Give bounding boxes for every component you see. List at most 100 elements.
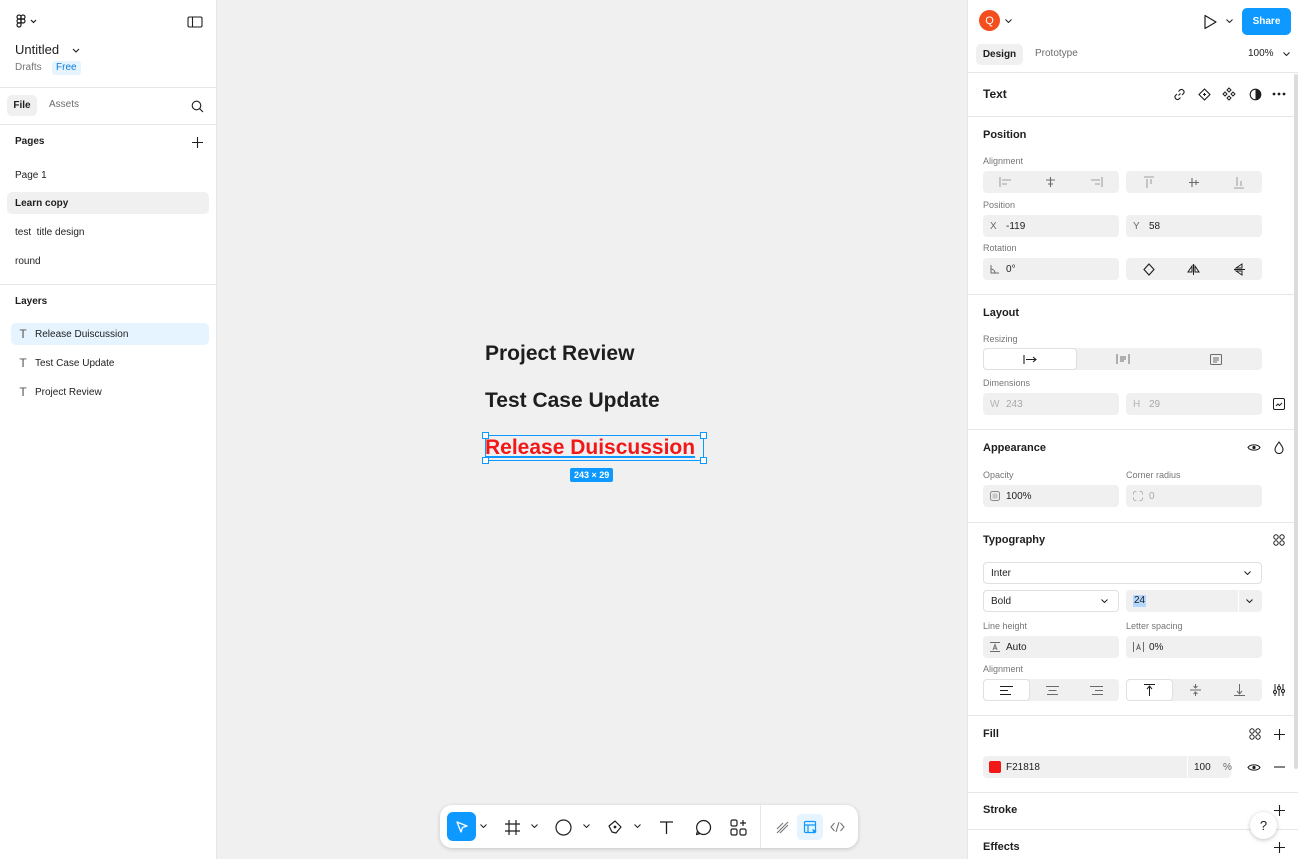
frame-tool-icon[interactable] [502,817,522,837]
align-bottom-icon[interactable] [1217,171,1262,193]
link-icon[interactable] [1171,86,1187,102]
draw-mode-icon[interactable] [772,817,792,837]
opacity-input[interactable]: 100% [983,485,1119,507]
zoom-level[interactable]: 100% [1248,48,1274,59]
auto-width-icon[interactable] [983,348,1078,370]
resize-handle[interactable] [482,457,489,464]
fill-hex-value[interactable]: F21818 [1006,762,1040,773]
remove-fill-icon[interactable] [1271,759,1287,775]
resize-handle[interactable] [700,432,707,439]
layer-item[interactable]: T Project Review [11,381,209,403]
tab-file[interactable]: File [7,95,37,116]
font-family-select[interactable]: Inter [983,562,1262,584]
component-instance-icon[interactable] [1196,86,1212,102]
search-icon[interactable] [189,98,205,114]
plan-badge[interactable]: Free [52,61,81,75]
align-right-icon[interactable] [1074,171,1119,193]
chevron-down-icon[interactable] [1003,16,1013,26]
font-size-input[interactable]: 24 [1126,590,1262,612]
width-input[interactable]: W 243 [983,393,1119,415]
chevron-down-icon[interactable] [529,821,539,831]
text-align-top-icon[interactable] [1126,679,1173,701]
chevron-down-icon[interactable] [1224,16,1234,26]
y-position-input[interactable]: Y 58 [1126,215,1262,237]
tab-assets[interactable]: Assets [49,99,79,110]
file-name[interactable]: Untitled [15,42,59,57]
page-item[interactable]: test title design [7,221,209,243]
fixed-size-icon[interactable] [1170,348,1262,370]
line-height-input[interactable]: Auto [983,636,1119,658]
mask-icon[interactable] [1247,86,1263,102]
font-weight-select[interactable]: Bold [983,590,1119,612]
canvas[interactable]: Project Review Test Case Update Release … [217,0,967,859]
ellipse-tool-icon[interactable] [553,817,573,837]
align-center-h-icon[interactable] [1028,171,1073,193]
eye-icon[interactable] [1245,439,1263,455]
resize-handle[interactable] [482,432,489,439]
height-input[interactable]: H 29 [1126,393,1262,415]
chevron-down-icon[interactable] [581,821,591,831]
text-styles-icon[interactable] [1271,532,1287,548]
chevron-down-icon [1246,599,1253,603]
color-styles-icon[interactable] [1247,726,1263,742]
present-play-icon[interactable] [1200,12,1220,32]
fill-opacity-value[interactable]: 100 [1194,762,1211,773]
text-align-center-icon[interactable] [1030,679,1075,701]
add-page-icon[interactable] [189,134,205,150]
chevron-down-icon[interactable] [478,821,488,831]
fill-visibility-icon[interactable] [1245,759,1263,775]
x-position-input[interactable]: X -119 [983,215,1119,237]
layer-item[interactable]: T Test Case Update [11,352,209,374]
corner-radius-input[interactable]: 0 [1126,485,1262,507]
figma-menu-button[interactable] [13,13,39,29]
dev-mode-icon[interactable] [827,817,847,837]
scrollbar[interactable] [1294,74,1298,769]
chevron-down-icon[interactable] [1281,50,1291,58]
actions-tool-icon[interactable] [728,817,748,837]
avatar[interactable]: Q [979,10,1000,31]
align-left-icon[interactable] [983,171,1028,193]
letter-spacing-input[interactable]: 0% [1126,636,1262,658]
page-item[interactable]: Page 1 [7,164,209,186]
file-location[interactable]: Drafts [15,62,42,73]
align-middle-icon[interactable] [1171,171,1216,193]
fill-color-swatch[interactable] [989,761,1001,773]
chevron-down-icon[interactable] [71,45,81,55]
add-effect-icon[interactable] [1271,839,1287,855]
chevron-down-icon[interactable] [632,821,642,831]
add-fill-icon[interactable] [1271,726,1287,742]
text-tool-icon[interactable] [656,817,676,837]
rotation-input[interactable]: 0° [983,258,1119,280]
blend-mode-icon[interactable] [1271,439,1287,455]
canvas-text-test-case-update[interactable]: Test Case Update [485,389,660,413]
rotate-90-icon[interactable] [1126,258,1171,280]
text-align-middle-icon[interactable] [1173,679,1218,701]
share-button[interactable]: Share [1242,8,1291,35]
help-button[interactable]: ? [1250,812,1277,839]
comment-tool-icon[interactable] [693,817,713,837]
text-align-right-icon[interactable] [1074,679,1119,701]
toggle-sidebar-icon[interactable] [186,14,204,30]
type-settings-icon[interactable] [1271,682,1287,698]
tab-design[interactable]: Design [976,44,1023,65]
resize-handle[interactable] [700,457,707,464]
move-tool-button[interactable] [447,812,476,841]
align-top-icon[interactable] [1126,171,1171,193]
resize-to-fit-icon[interactable] [1271,396,1287,412]
design-mode-button[interactable] [797,814,823,840]
pen-tool-icon[interactable] [605,817,625,837]
flip-vertical-icon[interactable] [1217,258,1262,280]
auto-height-icon[interactable] [1077,348,1169,370]
text-align-bottom-icon[interactable] [1217,679,1262,701]
canvas-text-release-duiscussion[interactable]: Release Duiscussion [485,436,695,460]
more-options-icon[interactable] [1271,86,1287,102]
tab-prototype[interactable]: Prototype [1035,48,1078,59]
text-align-left-icon[interactable] [983,679,1030,701]
flip-horizontal-icon[interactable] [1171,258,1216,280]
page-item-selected[interactable]: Learn copy [7,192,209,214]
fill-row[interactable]: F21818 100 % [983,756,1232,778]
canvas-text-project-review[interactable]: Project Review [485,342,634,366]
layer-item-selected[interactable]: T Release Duiscussion [11,323,209,345]
page-item[interactable]: round [7,250,209,272]
create-component-icon[interactable] [1221,86,1237,102]
